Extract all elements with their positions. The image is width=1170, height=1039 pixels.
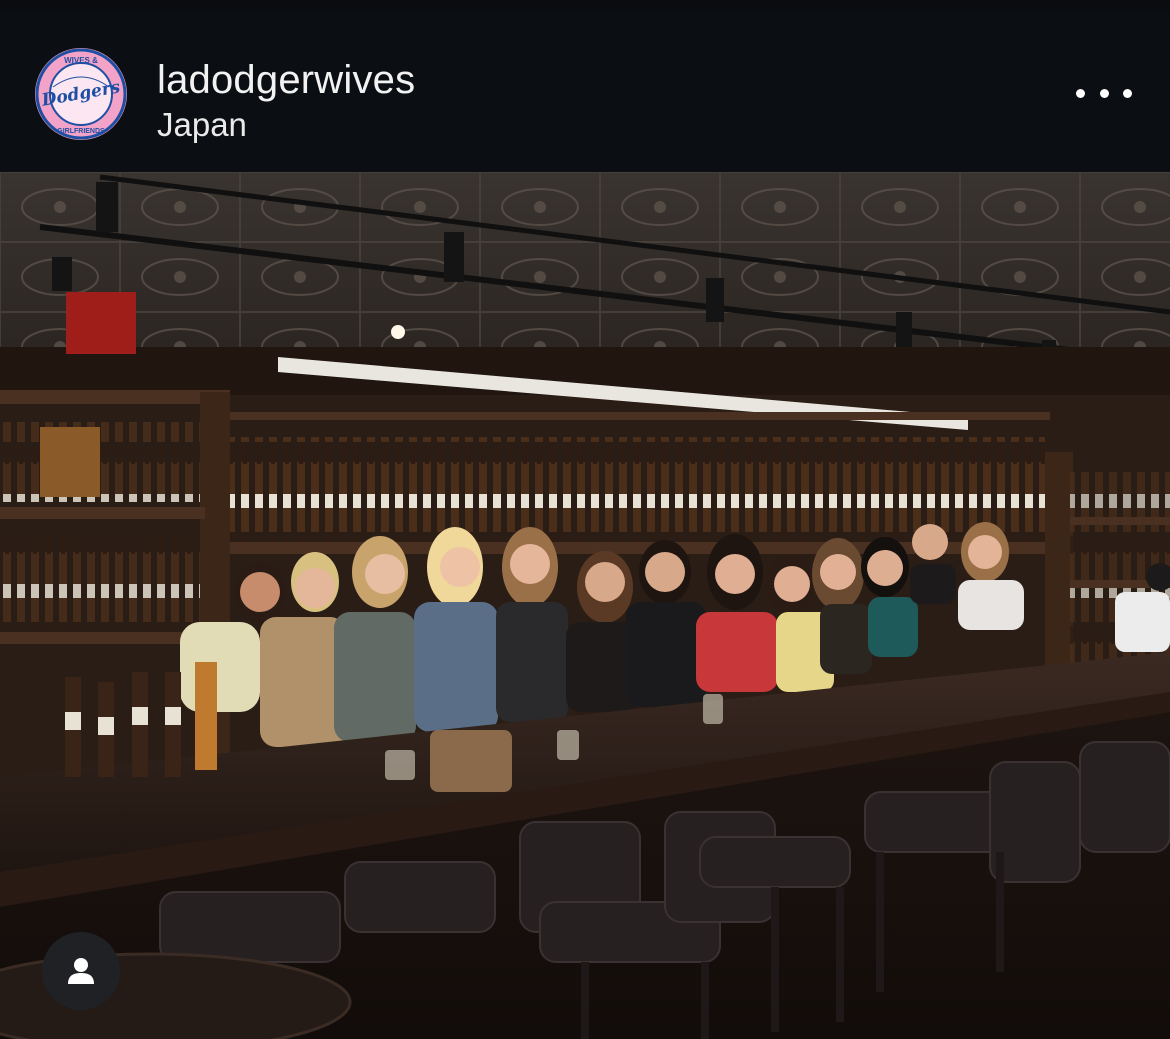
post-photo[interactable] bbox=[0, 172, 1170, 1039]
post-header: Dodgers WIVES & GIRLFRIENDS ladodgerwive… bbox=[0, 12, 1170, 172]
more-options-button[interactable] bbox=[1076, 78, 1132, 108]
username-link[interactable]: ladodgerwives bbox=[157, 58, 415, 103]
avatar-bottom-text: GIRLFRIENDS bbox=[57, 128, 105, 135]
profile-avatar[interactable]: Dodgers WIVES & GIRLFRIENDS bbox=[34, 47, 128, 141]
location-link[interactable]: Japan bbox=[157, 106, 247, 144]
avatar-top-text: WIVES & bbox=[64, 56, 98, 65]
bar-group-photo bbox=[0, 172, 1170, 1039]
user-icon bbox=[68, 958, 94, 984]
tagged-users-button[interactable] bbox=[42, 932, 120, 1010]
more-horizontal-icon bbox=[1076, 88, 1085, 98]
